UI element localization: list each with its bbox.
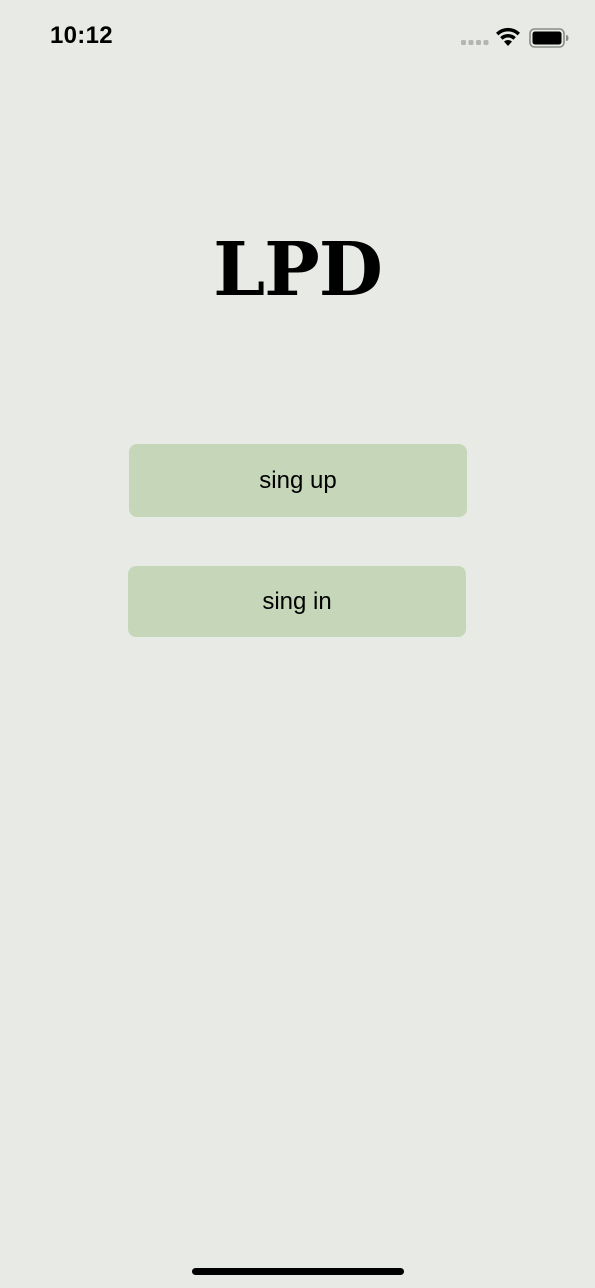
sign-in-label: sing in [262, 587, 332, 615]
wifi-icon [496, 27, 520, 46]
status-time: 10:12 [50, 22, 113, 49]
sign-up-button[interactable]: sing up [129, 444, 467, 517]
sign-up-label: sing up [259, 466, 337, 494]
status-bar: 10:12 [0, 0, 595, 80]
signal-icon [461, 40, 489, 45]
sign-in-button[interactable]: sing in [128, 566, 466, 637]
battery-icon [529, 28, 569, 48]
app-title: LPD [213, 227, 383, 313]
home-indicator[interactable] [192, 1268, 404, 1275]
